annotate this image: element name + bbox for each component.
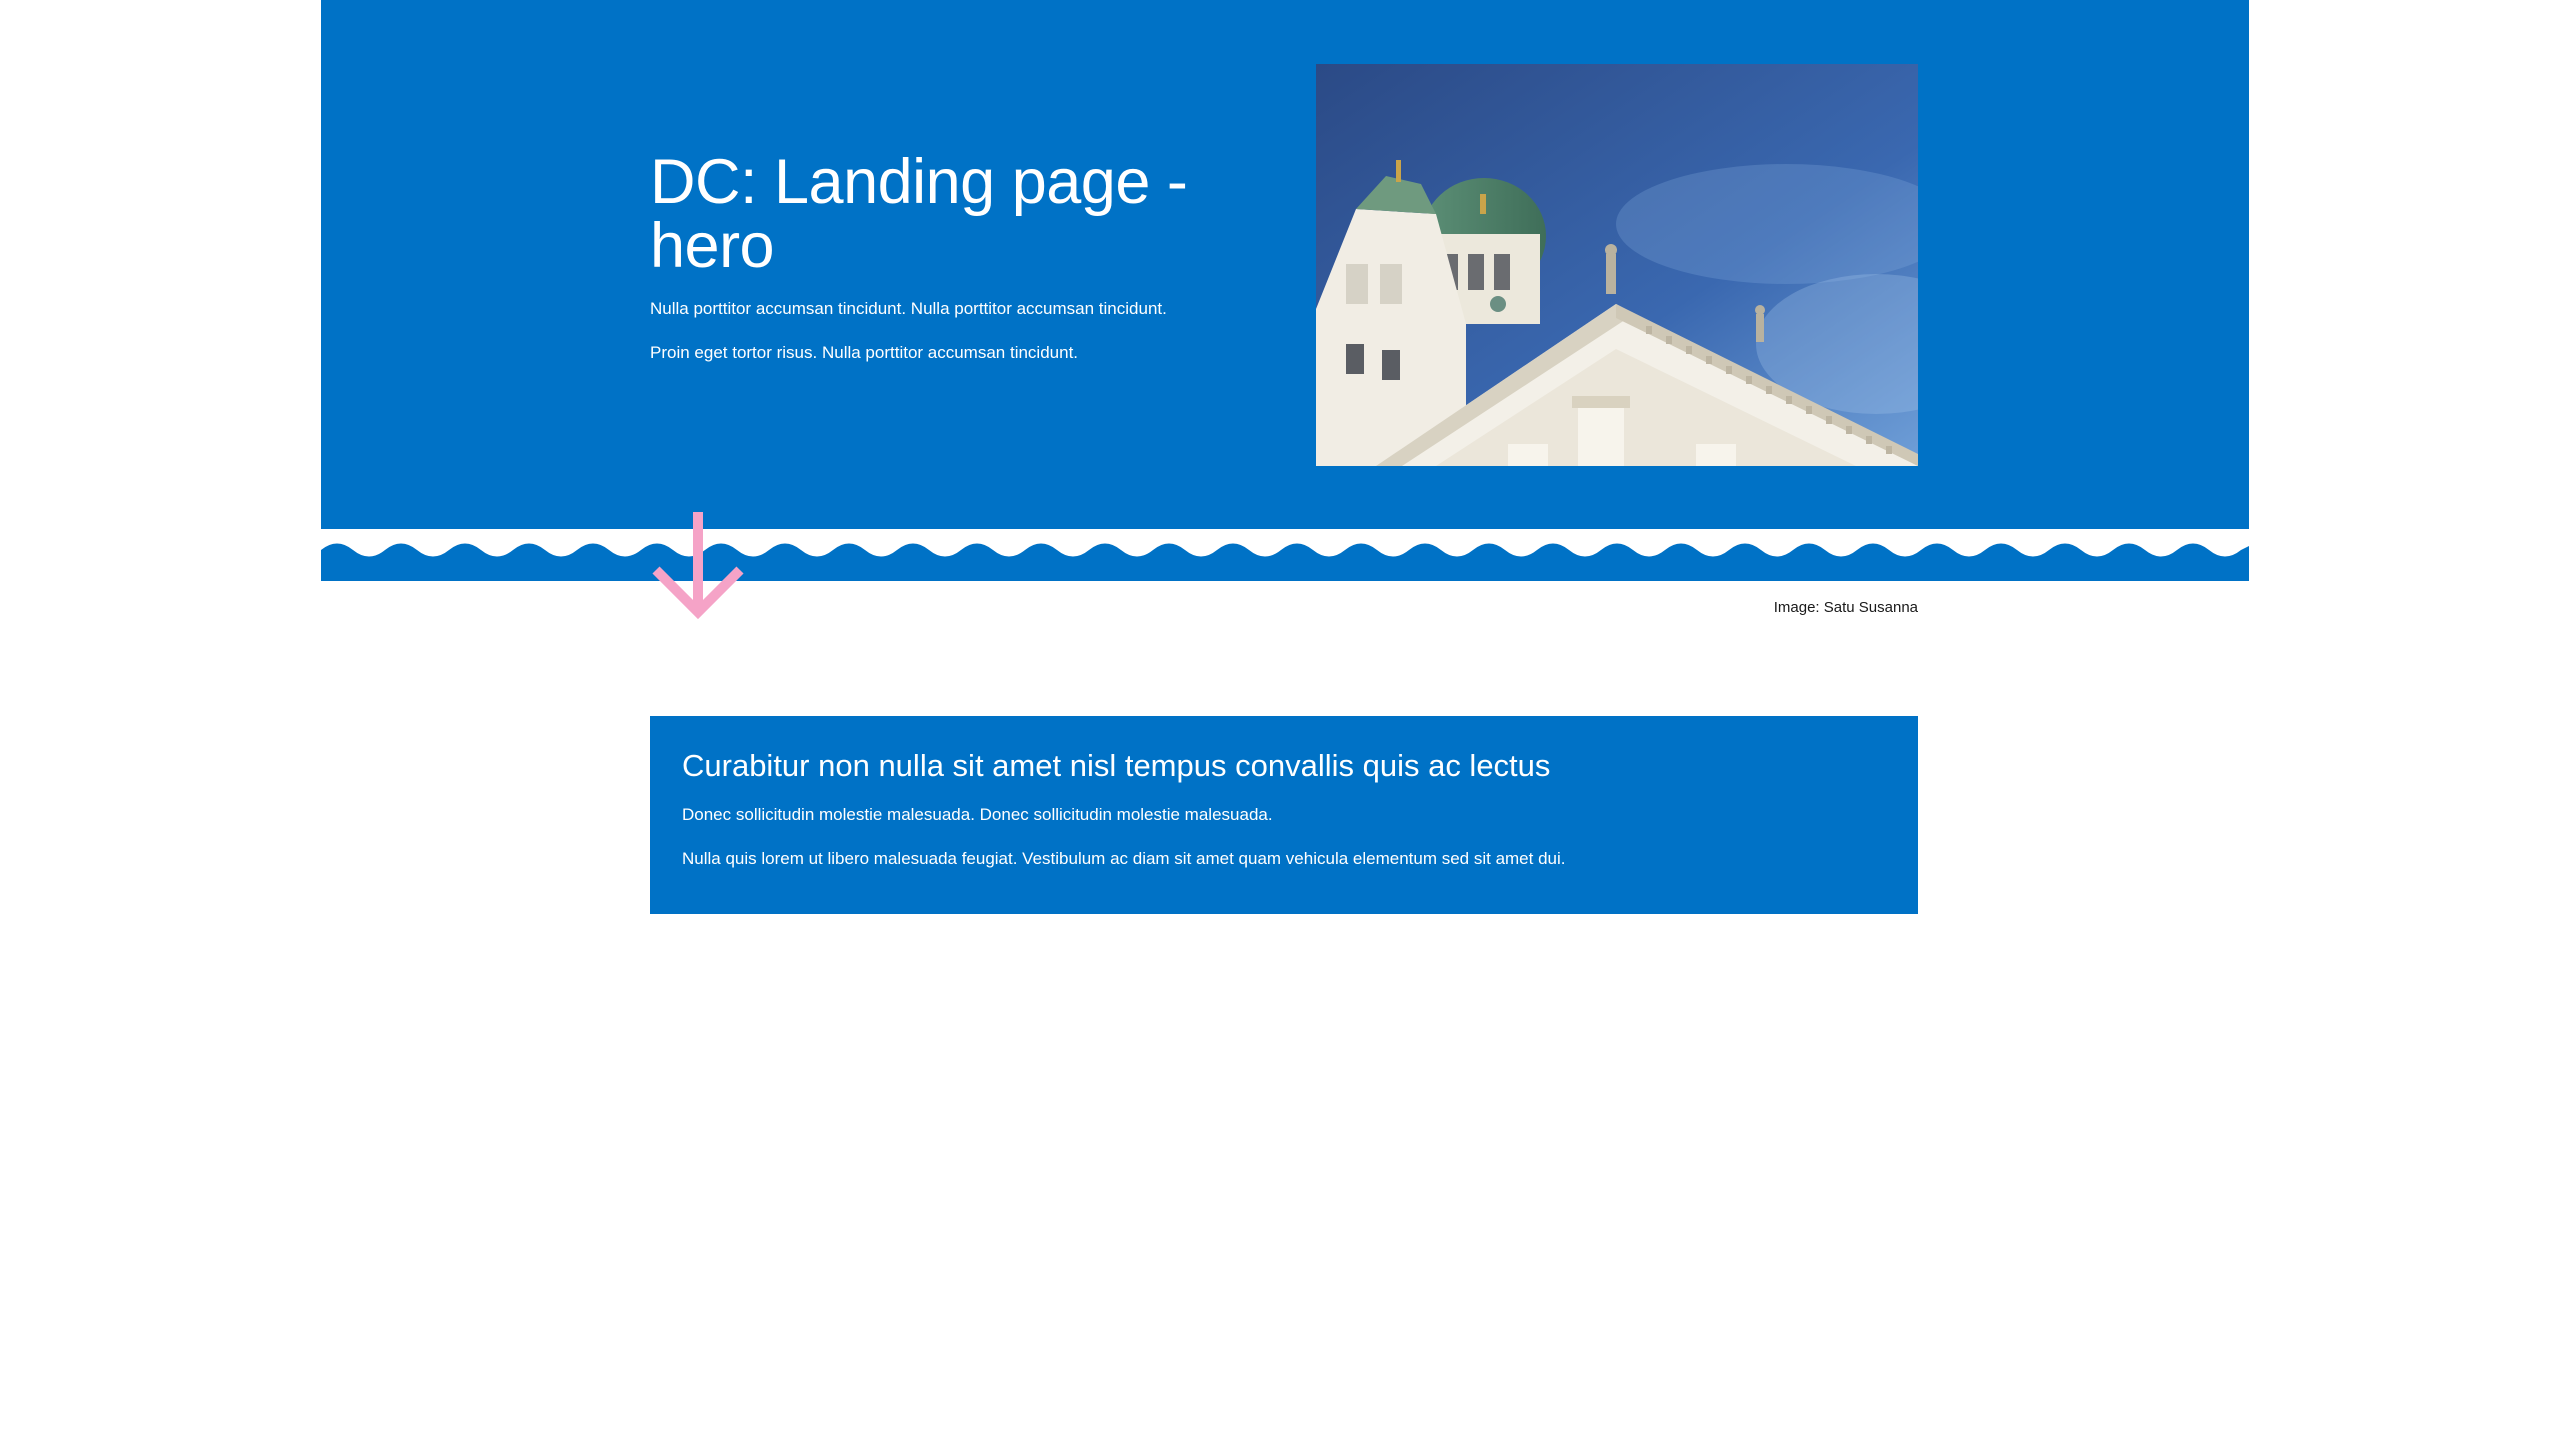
hero-text: DC: Landing page - hero Nulla porttitor … [650,150,1230,386]
hero-paragraph: Nulla porttitor accumsan tincidunt. Null… [650,299,1167,318]
hero-image [1316,64,1918,466]
info-box-paragraph: Nulla quis lorem ut libero malesuada feu… [682,849,1566,868]
arrow-down-icon[interactable] [650,508,746,622]
info-box-paragraph: Donec sollicitudin molestie malesuada. D… [682,805,1273,824]
info-box-title: Curabitur non nulla sit amet nisl tempus… [682,748,1551,783]
koros-wave-divider [321,529,2249,581]
image-caption: Image: Satu Susanna [1773,599,1918,616]
info-box: Curabitur non nulla sit amet nisl tempus… [650,716,1918,914]
hero-title: DC: Landing page - hero [650,147,1188,281]
hero-paragraph: Proin eget tortor risus. Nulla porttitor… [650,343,1079,362]
hero-section: DC: Landing page - hero Nulla porttitor … [321,0,2249,529]
landing-page: DC: Landing page - hero Nulla porttitor … [0,0,2560,1440]
